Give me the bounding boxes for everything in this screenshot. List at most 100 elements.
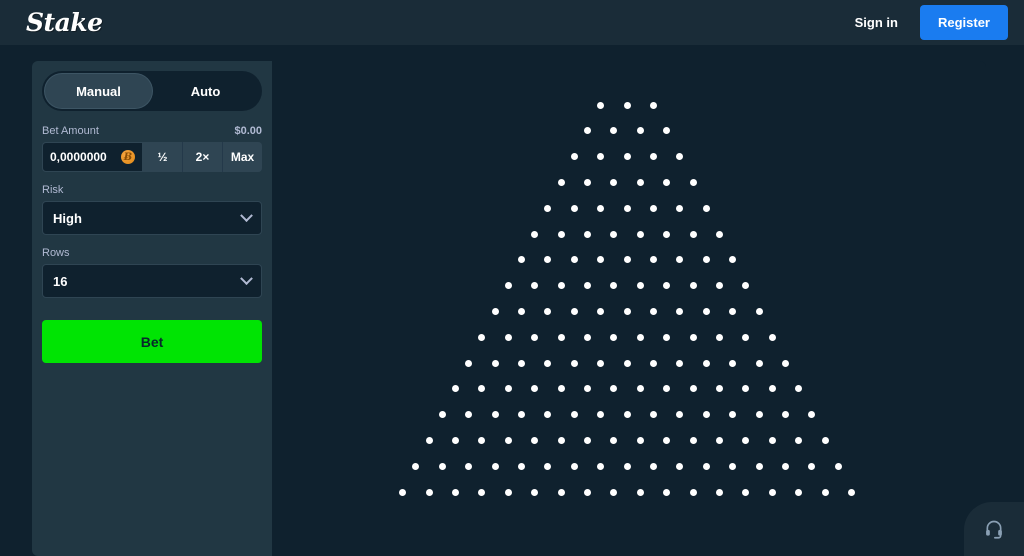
peg [676,359,684,367]
stake-logo[interactable]: Stake [26,8,103,37]
peg [531,385,539,393]
peg [478,436,486,444]
peg [834,462,842,470]
top-header: Stake Sign in Register [0,0,1024,45]
peg [570,204,578,212]
peg [557,385,565,393]
peg [491,307,499,315]
rows-select[interactable]: 16 [42,264,262,298]
peg [808,462,816,470]
peg [636,230,644,238]
peg [531,488,539,496]
risk-select[interactable]: High [42,201,262,235]
peg [715,488,723,496]
tab-manual[interactable]: Manual [45,74,152,108]
tab-auto[interactable]: Auto [152,74,259,108]
peg [689,282,697,290]
peg [636,127,644,135]
peg [517,359,525,367]
peg [663,230,671,238]
peg [531,230,539,238]
peg [795,436,803,444]
peg [504,488,512,496]
peg [676,462,684,470]
peg [623,101,631,109]
peg [676,204,684,212]
peg [795,488,803,496]
peg [583,127,591,135]
peg [689,230,697,238]
peg [689,385,697,393]
peg [729,256,737,264]
header-actions: Sign in Register [843,5,1008,40]
peg [544,307,552,315]
peg [610,333,618,341]
peg [491,462,499,470]
peg [544,411,552,419]
sign-in-button[interactable]: Sign in [843,7,910,38]
peg [610,127,618,135]
bet-amount-input-wrapper[interactable]: Ƀ [42,142,143,172]
bet-max-button[interactable]: Max [222,142,262,172]
peg [649,204,657,212]
peg [597,153,605,161]
peg [544,204,552,212]
peg [676,256,684,264]
rows-label-row: Rows [42,247,262,259]
peg [557,436,565,444]
bet-button[interactable]: Bet [42,320,262,363]
peg [478,385,486,393]
rows-label: Rows [42,247,70,259]
peg [676,411,684,419]
peg [847,488,855,496]
peg [583,230,591,238]
peg [491,411,499,419]
peg [504,436,512,444]
peg [715,436,723,444]
peg [544,359,552,367]
peg [504,385,512,393]
peg [412,462,420,470]
peg [715,333,723,341]
register-button[interactable]: Register [919,5,1008,40]
peg [689,333,697,341]
peg [649,411,657,419]
peg [504,282,512,290]
peg [663,385,671,393]
bet-double-button[interactable]: 2× [182,142,222,172]
peg [517,411,525,419]
peg [623,359,631,367]
peg [821,488,829,496]
plinko-board[interactable]: 1K13026×9×4×2×0.2×0.2×0.2×0.2×0.2×2×4×9×… [272,61,986,556]
peg [570,153,578,161]
peg [610,178,618,186]
peg [755,359,763,367]
bet-halve-button[interactable]: ½ [143,142,182,172]
peg [570,411,578,419]
support-button[interactable] [964,502,1024,556]
peg [597,256,605,264]
peg [570,307,578,315]
bet-amount-label: Bet Amount [42,125,99,137]
peg [755,462,763,470]
peg [465,462,473,470]
peg [623,204,631,212]
headset-icon [986,520,1002,539]
bet-amount-input[interactable] [50,150,117,164]
peg [478,333,486,341]
peg [623,462,631,470]
peg [768,436,776,444]
peg [663,127,671,135]
peg [610,230,618,238]
peg [781,411,789,419]
peg [517,256,525,264]
peg [438,411,446,419]
peg [676,307,684,315]
peg [478,488,486,496]
peg [425,488,433,496]
peg [729,307,737,315]
peg [649,153,657,161]
peg [649,307,657,315]
peg [451,488,459,496]
peg [821,436,829,444]
